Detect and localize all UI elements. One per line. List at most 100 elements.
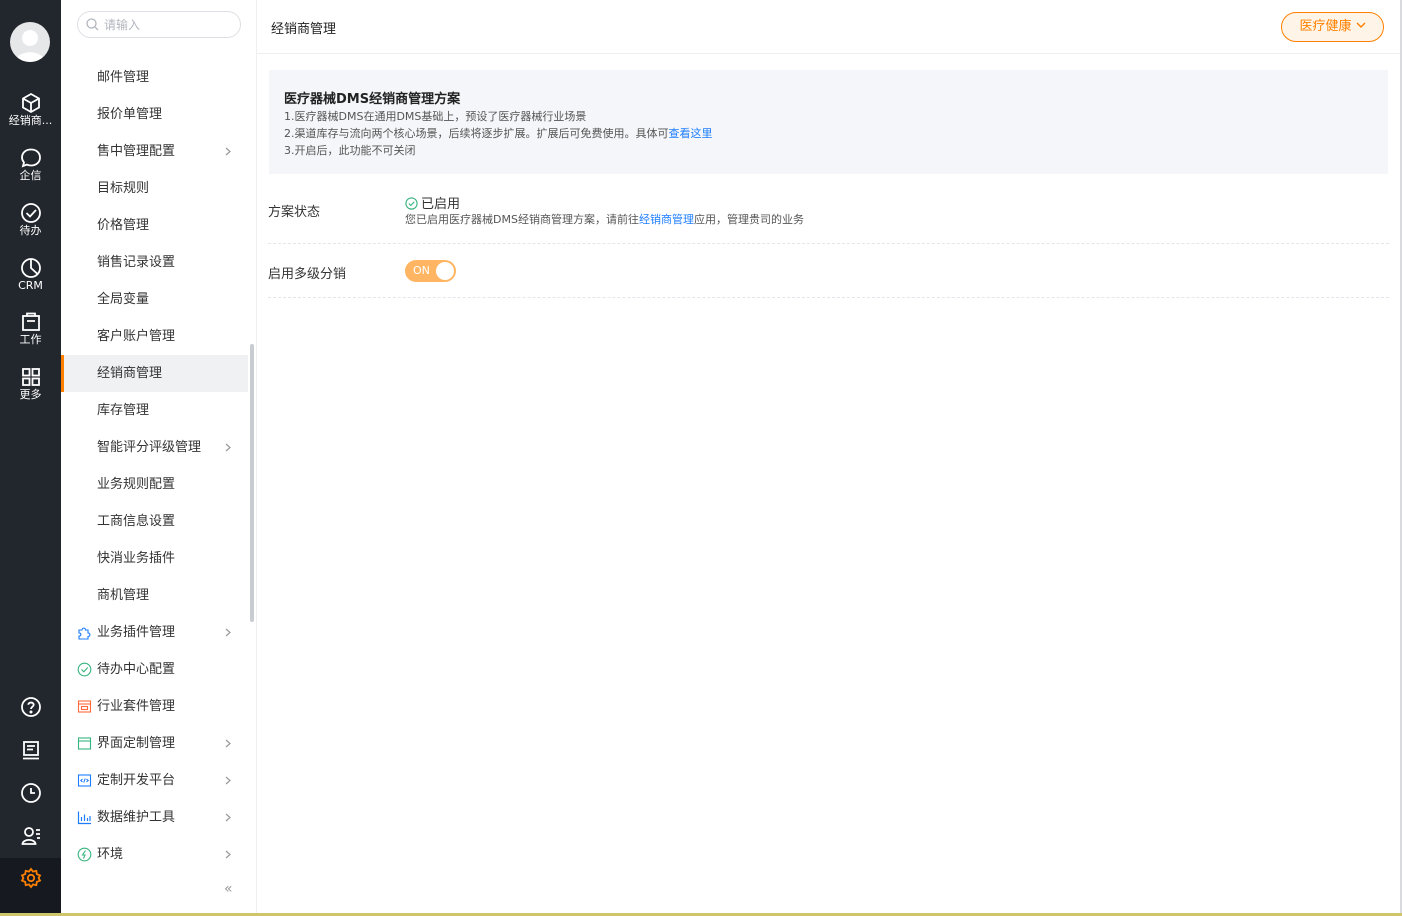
dealer-management-link[interactable]: 经销商管理	[639, 213, 694, 226]
avatar[interactable]	[10, 22, 50, 62]
chat-bubble-icon	[20, 148, 41, 168]
menu-item-dev-platform[interactable]: 定制开发平台	[61, 762, 248, 799]
solution-info-box: 医疗器械DMS经销商管理方案 1.医疗器械DMS在通用DMS基础上，预设了医疗器…	[269, 70, 1388, 174]
info-line-text: 2.渠道库存与流向两个核心场景，后续将逐步扩展。扩展后可免费使用。具体可	[284, 127, 669, 140]
chevron-right-icon	[225, 776, 231, 785]
menu-item-business-info[interactable]: 工商信息设置	[61, 503, 248, 540]
rail-item-todo[interactable]: 待办	[0, 202, 61, 254]
rail-help-button[interactable]	[0, 687, 61, 727]
rail-item-chat[interactable]: 企信	[0, 147, 61, 199]
chevron-right-icon	[225, 147, 231, 156]
menu-item-label: 价格管理	[97, 218, 150, 233]
menu-item-label: 销售记录设置	[97, 255, 176, 270]
rail-notepad-button[interactable]	[0, 730, 61, 770]
menu-item-label: 业务插件管理	[97, 625, 176, 640]
rail-history-button[interactable]	[0, 773, 61, 813]
rail-item-work[interactable]: 工作	[0, 311, 61, 363]
menu-item-global-var[interactable]: 全局变量	[61, 281, 248, 318]
main-content: 经销商管理 医疗健康 医疗器械DMS经销商管理方案 1.医疗器械DMS在通用DM…	[257, 0, 1402, 916]
chevron-right-icon	[225, 850, 231, 859]
page-header: 经销商管理 医疗健康	[257, 0, 1402, 54]
menu-item-insale-config[interactable]: 售中管理配置	[61, 133, 248, 170]
menu-item-smart-scoring[interactable]: 智能评分评级管理	[61, 429, 248, 466]
rail-settings-button[interactable]	[0, 858, 61, 916]
chevron-down-icon	[1356, 22, 1365, 28]
menu-item-label: 工商信息设置	[97, 514, 176, 529]
menu-item-inventory[interactable]: 库存管理	[61, 392, 248, 429]
info-line: 1.医疗器械DMS在通用DMS基础上，预设了医疗器械行业场景	[284, 110, 587, 123]
status-desc-text: 应用，管理贵司的业务	[693, 213, 804, 226]
toggle-text: ON	[413, 264, 430, 277]
search-icon	[86, 18, 99, 31]
menu-item-label: 界面定制管理	[97, 736, 176, 751]
rail-label: 更多	[19, 388, 42, 401]
menu-item-todo-center[interactable]: 待办中心配置	[61, 651, 248, 688]
status-label: 方案状态	[268, 205, 321, 220]
menu-scrollbar[interactable]	[250, 344, 254, 622]
menu-item-target-rule[interactable]: 目标规则	[61, 170, 248, 207]
check-circle-icon	[405, 197, 418, 210]
menu-item-sales-record[interactable]: 销售记录设置	[61, 244, 248, 281]
info-line: 2.渠道库存与流向两个核心场景，后续将逐步扩展。扩展后可免费使用。具体可查看这里	[284, 125, 713, 141]
rail-label: 经销商...	[8, 114, 53, 127]
check-circle-icon	[77, 662, 92, 677]
menu-item-label: 待办中心配置	[97, 662, 176, 677]
contacts-icon	[21, 827, 40, 845]
rail-label: 待办	[19, 224, 42, 237]
menu-item-label: 邮件管理	[97, 70, 150, 85]
menu-item-opportunity[interactable]: 商机管理	[61, 577, 248, 614]
clock-pie-icon	[20, 258, 41, 278]
briefcase-icon	[21, 312, 40, 331]
menu-item-label: 售中管理配置	[97, 144, 176, 159]
chevron-right-icon	[225, 739, 231, 748]
menu-item-label: 定制开发平台	[97, 773, 176, 788]
menu-item-ui-custom[interactable]: 界面定制管理	[61, 725, 248, 762]
menu-item-data-tools[interactable]: 数据维护工具	[61, 799, 248, 836]
toggle-knob	[436, 262, 454, 280]
menu-item-price[interactable]: 价格管理	[61, 207, 248, 244]
menu-item-fmcg-plugin[interactable]: 快消业务插件	[61, 540, 248, 577]
menu-item-label: 经销商管理	[97, 366, 163, 381]
code-icon	[77, 774, 92, 787]
suite-icon	[77, 700, 92, 713]
rail-label: CRM	[18, 279, 43, 292]
menu-item-label: 环境	[97, 847, 124, 862]
multilevel-toggle[interactable]: ON	[405, 260, 456, 282]
chevron-right-icon	[225, 443, 231, 452]
menu-item-label: 目标规则	[97, 181, 150, 196]
puzzle-icon	[78, 627, 91, 640]
cube-icon	[21, 92, 40, 114]
multilevel-label: 启用多级分销	[268, 267, 347, 282]
settings-icon	[20, 867, 41, 889]
menu-item-label: 报价单管理	[97, 107, 163, 122]
menu-item-email[interactable]: 邮件管理	[61, 59, 248, 96]
collapse-menu-button[interactable]: «	[224, 882, 233, 896]
rail-label: 工作	[19, 333, 42, 346]
menu-item-label: 商机管理	[97, 588, 150, 603]
app-rail: 经销商... 企信 待办 CRM 工作 更多	[0, 0, 61, 916]
search-input[interactable]	[104, 15, 234, 34]
chevron-right-icon	[225, 628, 231, 637]
grid-icon	[21, 368, 40, 386]
menu-item-customer-account[interactable]: 客户账户管理	[61, 318, 248, 355]
rail-item-more[interactable]: 更多	[0, 366, 61, 418]
menu-item-quote[interactable]: 报价单管理	[61, 96, 248, 133]
menu-item-environment[interactable]: 环境	[61, 836, 248, 873]
view-here-link[interactable]: 查看这里	[669, 127, 713, 140]
menu-item-plugin-mgmt[interactable]: 业务插件管理	[61, 614, 248, 651]
menu-search	[77, 11, 241, 38]
industry-select-button[interactable]: 医疗健康	[1281, 12, 1384, 42]
menu-item-label: 客户账户管理	[97, 329, 176, 344]
menu-item-business-rule[interactable]: 业务规则配置	[61, 466, 248, 503]
menu-item-dealer[interactable]: 经销商管理	[61, 355, 248, 392]
menu-item-label: 业务规则配置	[97, 477, 176, 492]
industry-label: 医疗健康	[1299, 19, 1352, 34]
notepad-icon	[22, 741, 39, 760]
status-value: 已启用	[405, 193, 460, 212]
rail-item-crm[interactable]: CRM	[0, 257, 61, 309]
window-icon	[77, 737, 92, 750]
help-icon	[20, 697, 41, 717]
rail-contacts-button[interactable]	[0, 816, 61, 856]
menu-item-industry-suite[interactable]: 行业套件管理	[61, 688, 248, 725]
rail-item-dealer[interactable]: 经销商...	[0, 92, 61, 144]
